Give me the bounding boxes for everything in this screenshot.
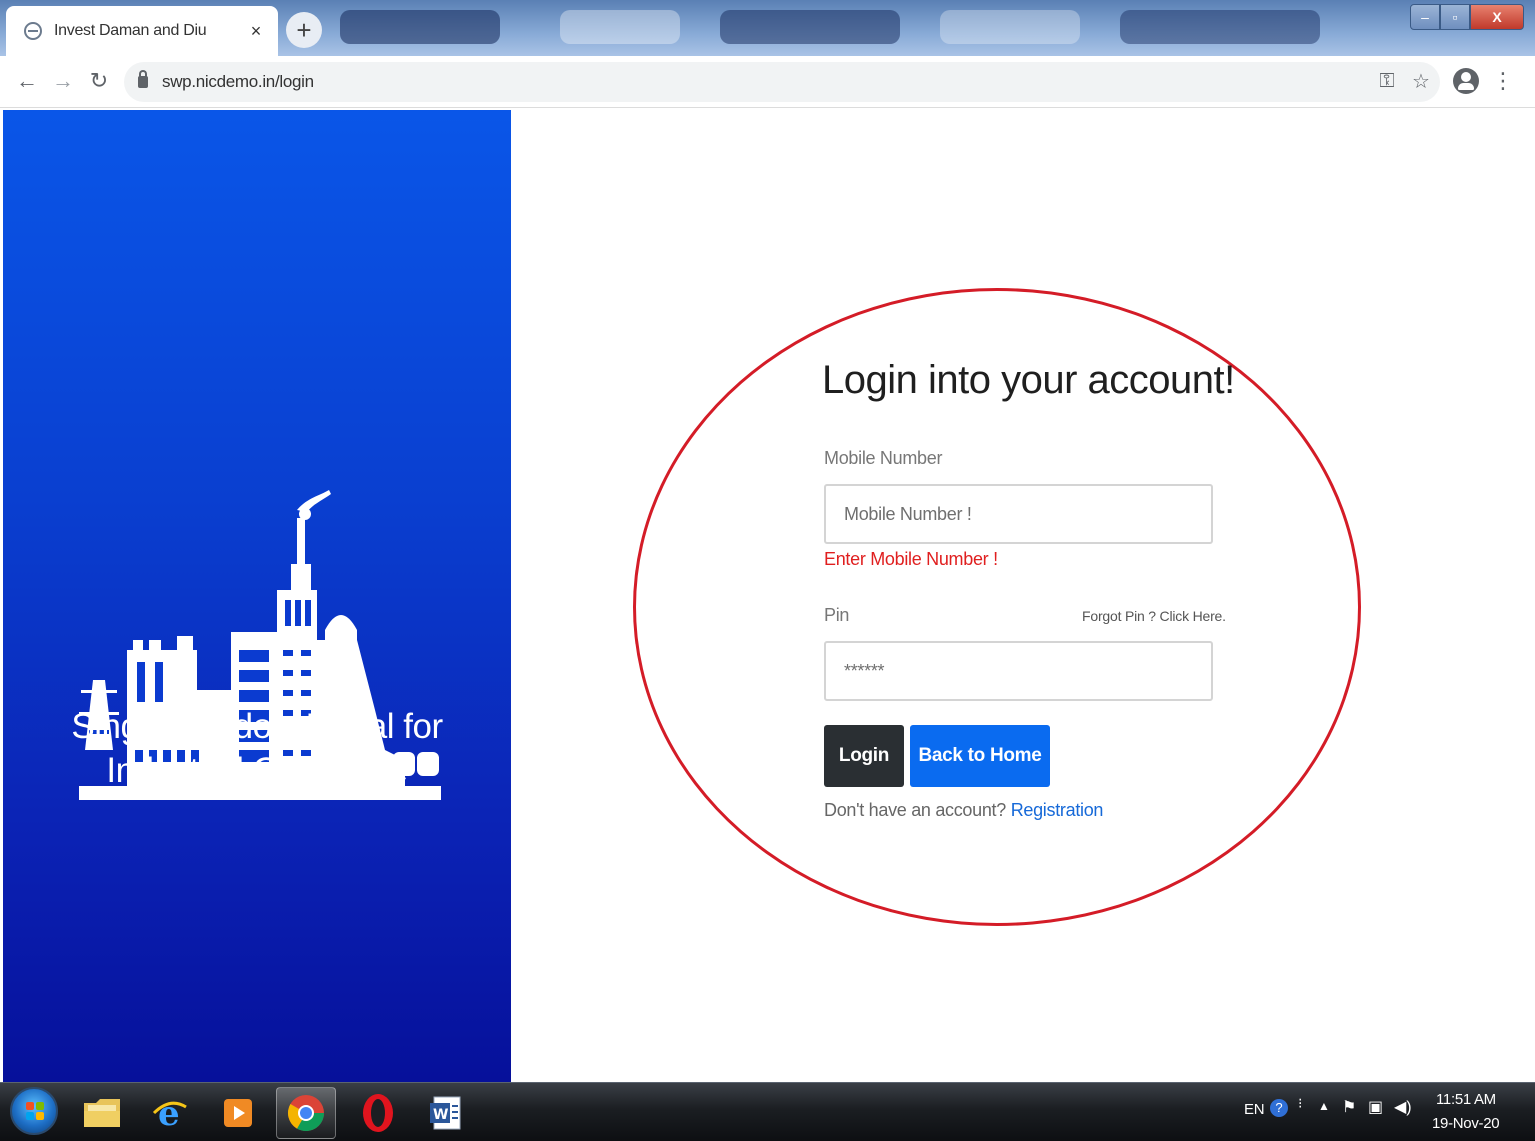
minimize-button[interactable]: – [1410, 4, 1440, 30]
start-button[interactable] [10, 1087, 58, 1135]
blurred-background [1120, 10, 1320, 44]
blurred-background [340, 10, 500, 44]
clock-time[interactable]: 11:51 AM [1436, 1091, 1496, 1108]
globe-icon [24, 22, 42, 40]
clock-date[interactable]: 19-Nov-20 [1432, 1115, 1500, 1132]
folder-icon [84, 1099, 120, 1127]
blurred-background [560, 10, 680, 44]
brand-title-line-2: Industrial Clearance [106, 751, 408, 790]
login-heading: Login into your account! [822, 358, 1235, 402]
pin-label: Pin [824, 605, 850, 625]
address-bar[interactable]: swp.nicdemo.in/login [124, 62, 1440, 102]
opera-taskbar-button[interactable] [348, 1087, 408, 1139]
chrome-icon [287, 1095, 324, 1132]
opera-icon [363, 1094, 393, 1132]
back-to-home-button[interactable]: Back to Home [910, 725, 1050, 787]
lock-icon [138, 70, 148, 88]
close-tab-icon[interactable]: × [246, 21, 266, 42]
internet-explorer-taskbar-button[interactable]: e [140, 1087, 200, 1139]
window-close-button[interactable]: X [1470, 4, 1524, 30]
network-icon[interactable]: ▣ [1368, 1097, 1383, 1117]
registration-link[interactable]: Registration [1011, 800, 1104, 820]
menu-dots-icon[interactable]: ⋮ [1488, 66, 1518, 96]
word-document-icon: W [430, 1096, 461, 1130]
browser-tab[interactable]: Invest Daman and Diu × [6, 6, 278, 56]
profile-avatar-icon[interactable] [1453, 68, 1479, 94]
chrome-taskbar-button[interactable] [276, 1087, 336, 1139]
mobile-number-error: Enter Mobile Number ! [824, 549, 998, 569]
file-explorer-taskbar-button[interactable] [72, 1087, 132, 1139]
blurred-background [720, 10, 900, 44]
help-icon[interactable]: ? [1270, 1099, 1288, 1117]
internet-explorer-icon: e [152, 1094, 187, 1133]
browser-titlebar: Invest Daman and Diu × + – ▫ X [0, 0, 1535, 56]
back-arrow-icon[interactable]: ← [12, 66, 42, 96]
browser-toolbar: ← → ↻ swp.nicdemo.in/login ⚿ ☆ ⋮ [0, 56, 1535, 108]
brand-title-line-1: Single Window Portal for [71, 707, 443, 746]
screen: Invest Daman and Diu × + – ▫ X ← → ↻ swp… [0, 0, 1535, 1141]
forgot-pin-link[interactable]: Forgot Pin ? Click Here. [1082, 608, 1226, 624]
blurred-background [940, 10, 1080, 44]
pin-input[interactable] [824, 641, 1213, 701]
media-player-icon [224, 1099, 252, 1127]
brand-panel: Single Window Portal for Industrial Clea… [3, 110, 511, 1082]
maximize-button[interactable]: ▫ [1440, 4, 1470, 30]
reload-icon[interactable]: ↻ [84, 66, 114, 96]
svg-text:W: W [433, 1107, 448, 1123]
show-hidden-icons-icon[interactable]: ▲ [1318, 1099, 1330, 1113]
media-player-taskbar-button[interactable] [208, 1087, 268, 1139]
new-tab-button[interactable]: + [286, 12, 322, 48]
registration-prompt: Don't have an account? Registration [824, 800, 1103, 821]
word-taskbar-button[interactable]: W [416, 1087, 476, 1139]
mobile-number-input[interactable] [824, 484, 1213, 544]
svg-text:e: e [158, 1094, 180, 1133]
windows-logo-icon [26, 1102, 44, 1120]
windows-taskbar: e W EN ? ⁝ ▲ ⚑ ▣ ◀) 11:51 AM 19-Nov-20 [0, 1082, 1535, 1141]
tab-title: Invest Daman and Diu [54, 22, 207, 39]
action-center-flag-icon[interactable]: ⚑ [1342, 1097, 1356, 1117]
star-bookmark-icon[interactable]: ☆ [1406, 66, 1436, 96]
mobile-number-label: Mobile Number [824, 448, 943, 468]
language-indicator[interactable]: EN [1244, 1101, 1265, 1118]
key-icon[interactable]: ⚿ [1372, 66, 1402, 96]
no-account-text: Don't have an account? [824, 800, 1006, 820]
brand-title: Single Window Portal for Industrial Clea… [3, 705, 511, 793]
language-bar-icon[interactable]: ⁝ [1298, 1095, 1302, 1112]
forward-arrow-icon[interactable]: → [48, 66, 78, 96]
volume-icon[interactable]: ◀) [1394, 1097, 1412, 1117]
url-text: swp.nicdemo.in/login [162, 72, 314, 91]
login-button[interactable]: Login [824, 725, 904, 787]
